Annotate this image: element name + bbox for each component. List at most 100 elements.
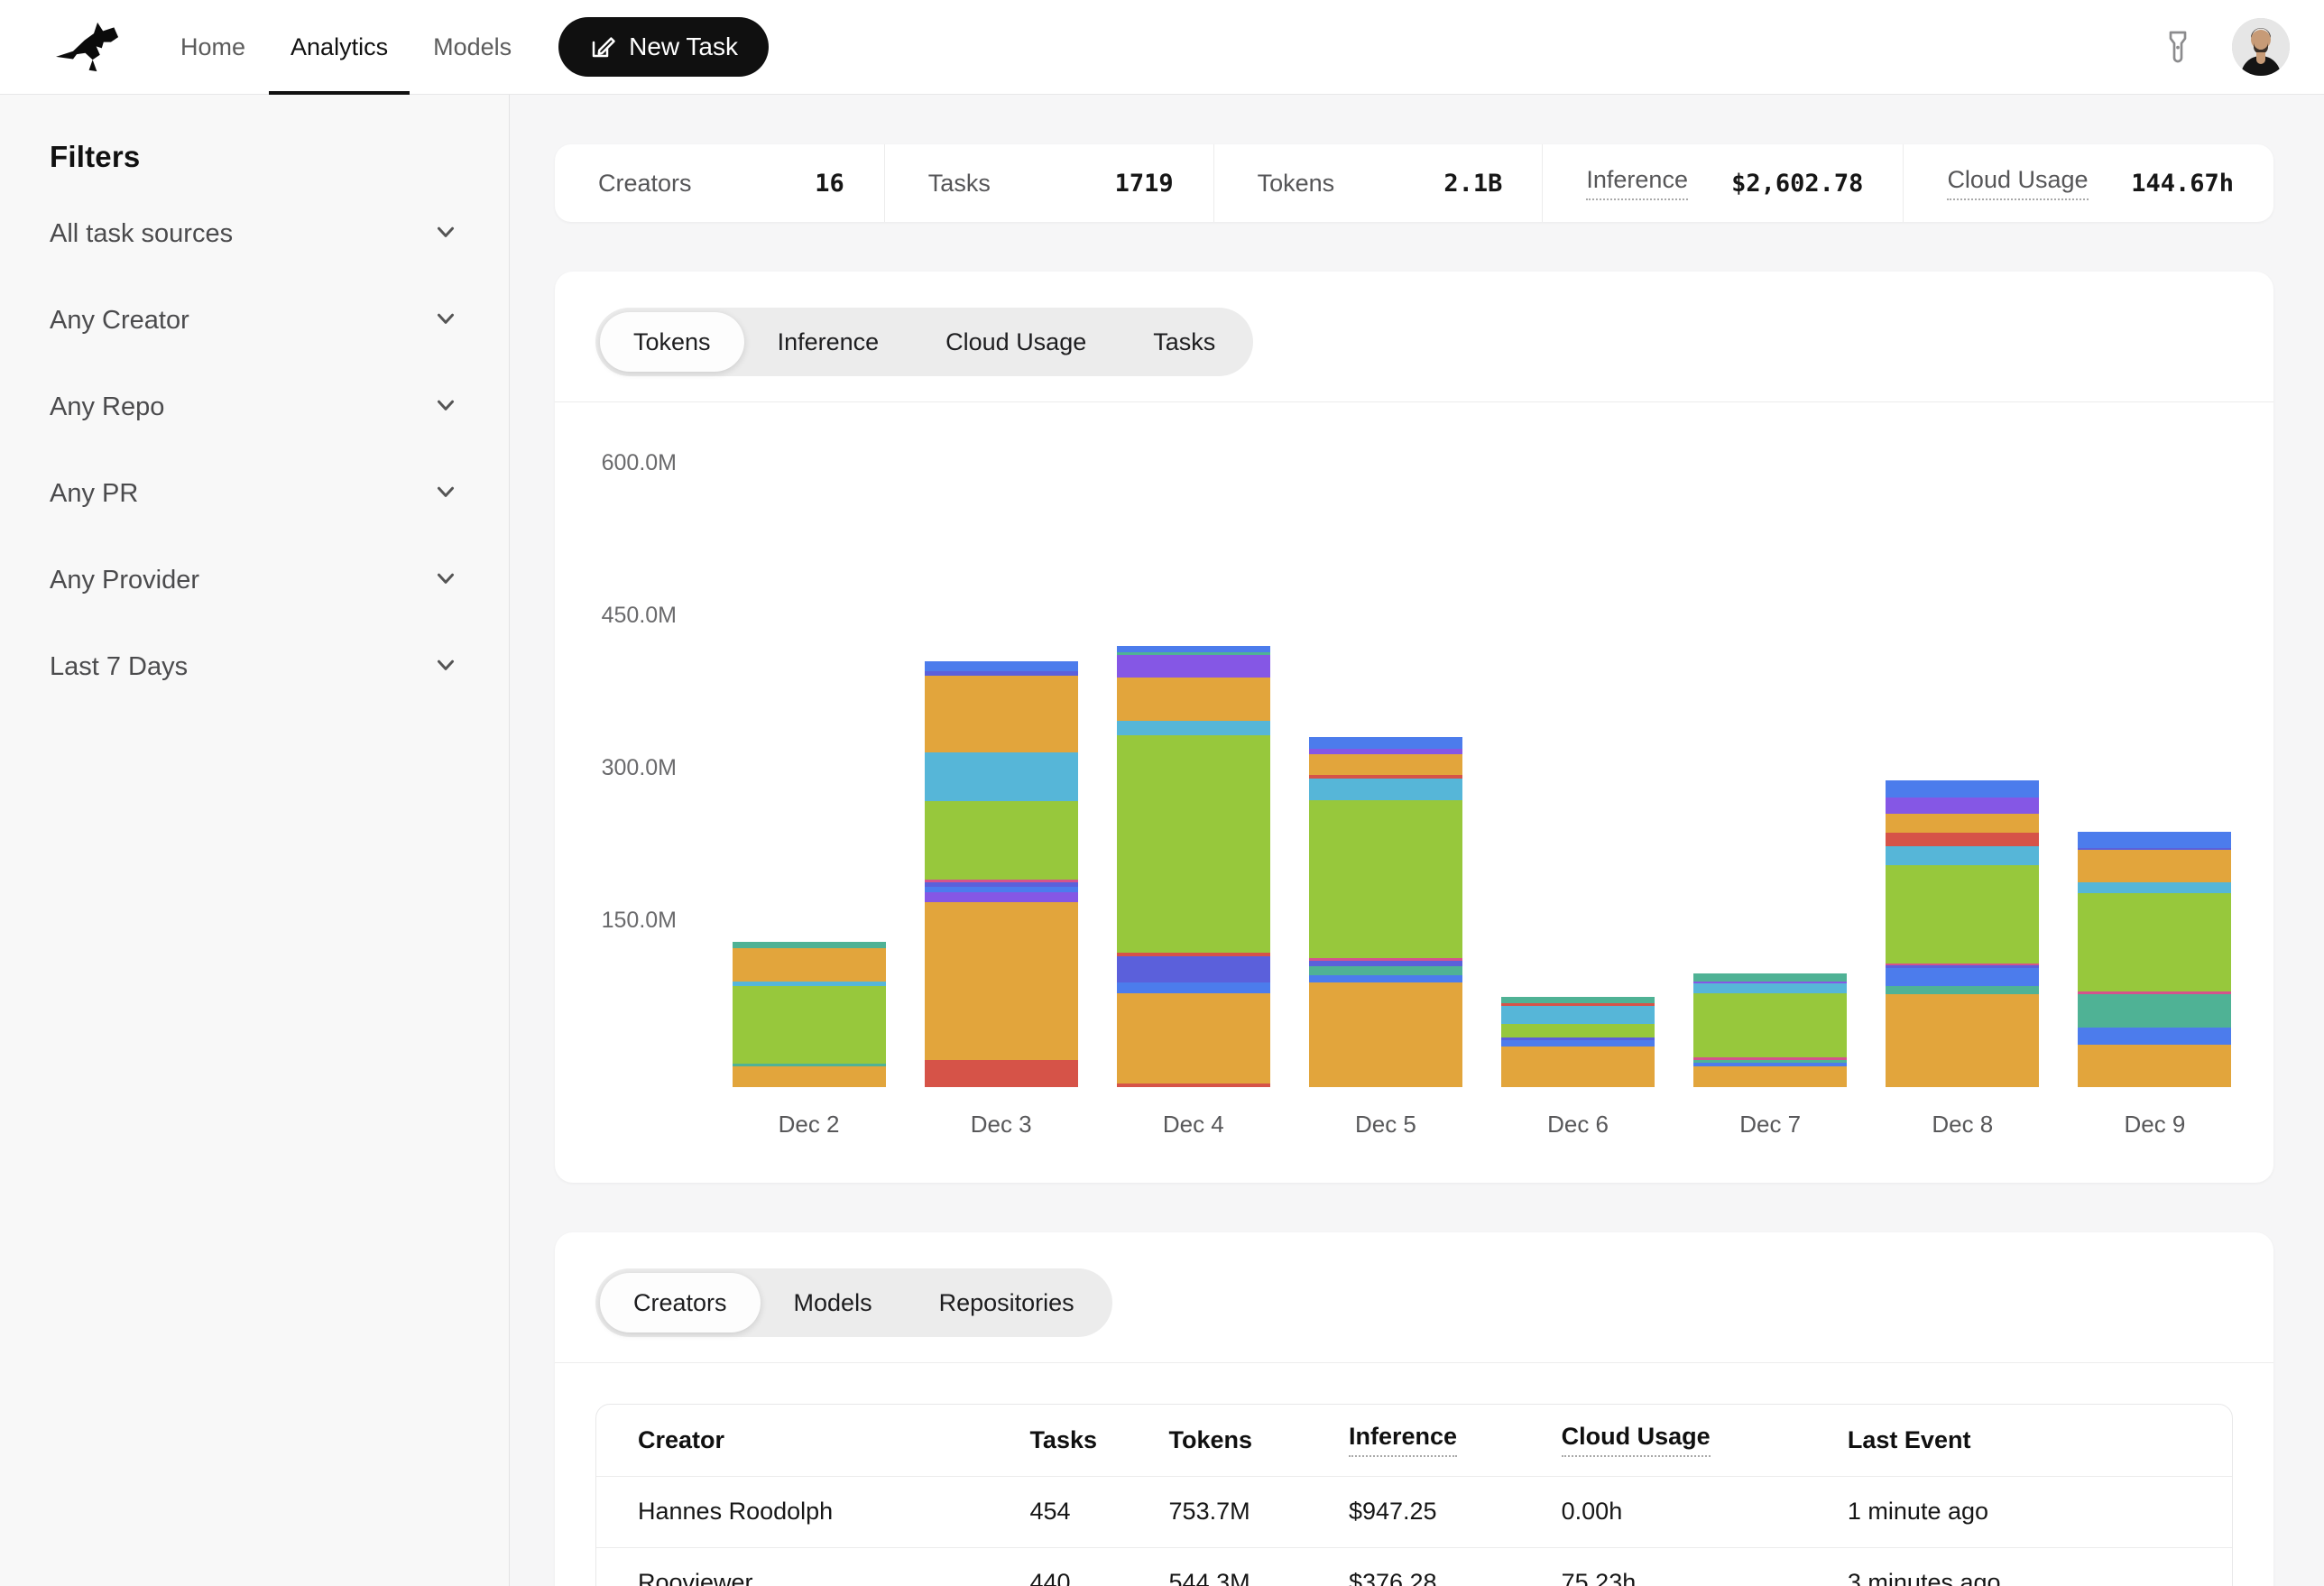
col-header-label: Cloud Usage [1562,1423,1711,1457]
flashlight-icon[interactable] [2162,29,2194,65]
stat-cloud-usage[interactable]: Cloud Usage 144.67h [1903,144,2273,222]
stat-value: 144.67h [2131,170,2234,198]
col-header-inference[interactable]: Inference [1349,1405,1562,1476]
stat-value: 2.1B [1443,170,1502,198]
bar-segment-orange [1309,982,1462,1087]
filter-label: All task sources [50,219,233,249]
table-row[interactable]: Rooviewer440544.3M$376.2875.23h3 minutes… [596,1547,2232,1586]
table-cell: 1 minute ago [1848,1476,2232,1547]
main-content: Creators16Tasks1719Tokens2.1BInference$2… [510,95,2324,1586]
table-cell: 544.3M [1169,1547,1349,1586]
bar-slot-dec-9: Dec 9 [2059,416,2251,1087]
bars-row: Dec 2Dec 3Dec 4Dec 5Dec 6Dec 7Dec 8Dec 9 [713,416,2251,1087]
breakdown-tab-repositories[interactable]: Repositories [906,1273,1108,1332]
creators-table-wrap: CreatorTasksTokensInferenceCloud UsageLa… [595,1404,2233,1586]
chart-tab-cloud-usage[interactable]: Cloud Usage [912,312,1120,372]
stat-label[interactable]: Cloud Usage [1947,166,2088,200]
stacked-bar-dec-2[interactable] [733,942,886,1087]
bar-segment-blue [1309,737,1462,748]
col-header-label: Creator [638,1426,724,1454]
x-axis-label: Dec 8 [1867,1111,2059,1139]
col-header-cloud-usage[interactable]: Cloud Usage [1562,1405,1848,1476]
chart-tab-tasks[interactable]: Tasks [1120,312,1249,372]
chart-tab-inference[interactable]: Inference [744,312,913,372]
bar-segment-purple [1309,749,1462,755]
bar-segment-indigo [1117,956,1270,982]
filter-dropdown-5[interactable]: Last 7 Days [50,623,459,710]
filter-label: Any Provider [50,566,199,595]
edit-icon [589,33,616,60]
table-cell: $947.25 [1349,1476,1562,1547]
stat-inference[interactable]: Inference$2,602.78 [1542,144,1903,222]
bar-segment-teal [1309,966,1462,975]
stacked-bar-dec-9[interactable] [2078,832,2231,1087]
col-header-tasks: Tasks [1029,1405,1168,1476]
breakdown-tab-models[interactable]: Models [761,1273,906,1332]
stacked-bar-dec-7[interactable] [1693,973,1847,1087]
x-axis-label: Dec 9 [2059,1111,2251,1139]
stat-label: Creators [598,170,692,198]
filter-label: Any Repo [50,392,164,422]
table-row[interactable]: Hannes Roodolph454753.7M$947.250.00h1 mi… [596,1476,2232,1547]
filter-dropdown-0[interactable]: All task sources [50,190,459,277]
kangaroo-logo-icon[interactable] [54,15,134,78]
chart-tab-tokens[interactable]: Tokens [600,312,744,372]
breakdown-tabs-row: CreatorsModelsRepositories [555,1232,2273,1363]
breakdown-tab-creators[interactable]: Creators [600,1273,761,1332]
table-cell: 454 [1029,1476,1168,1547]
bar-segment-blue [1886,780,2039,798]
avatar[interactable] [2232,18,2290,76]
chart-plot: Dec 2Dec 3Dec 4Dec 5Dec 6Dec 7Dec 8Dec 9 [713,416,2251,1087]
bar-segment-teal [733,942,886,948]
table-cell: $376.28 [1349,1547,1562,1586]
filter-dropdown-2[interactable]: Any Repo [50,364,459,450]
bar-segment-blue [2078,832,2231,847]
bar-segment-green [1501,1024,1655,1038]
top-bar: Home Analytics Models New Task [0,0,2324,95]
filter-dropdown-1[interactable]: Any Creator [50,277,459,364]
table-cell: Rooviewer [596,1547,1029,1586]
bar-segment-red [1117,1083,1270,1088]
bar-segment-teal [1886,986,2039,994]
stat-label[interactable]: Inference [1586,166,1688,200]
bar-slot-dec-5: Dec 5 [1289,416,1481,1087]
filter-dropdown-4[interactable]: Any Provider [50,537,459,623]
stacked-bar-dec-3[interactable] [925,661,1078,1087]
bar-segment-sky [1501,1006,1655,1023]
stacked-bar-dec-6[interactable] [1501,997,1655,1087]
bar-segment-orange [733,948,886,982]
bar-slot-dec-3: Dec 3 [905,416,1097,1087]
filters-sidebar: Filters All task sourcesAny CreatorAny R… [0,95,510,1586]
nav-item-analytics[interactable]: Analytics [290,0,388,95]
bar-segment-orange [1886,994,2039,1087]
filter-dropdown-3[interactable]: Any PR [50,450,459,537]
bar-segment-teal [1501,997,1655,1003]
chevron-down-icon [432,392,459,423]
bar-segment-red [1886,833,2039,846]
chart-tabs: TokensInferenceCloud UsageTasks [595,308,1253,376]
nav-item-home[interactable]: Home [180,0,245,95]
bar-segment-orange [1117,993,1270,1083]
bar-segment-teal [1693,973,1847,982]
bar-segment-blue [925,661,1078,671]
col-header-creator: Creator [596,1405,1029,1476]
bar-segment-blue [1117,982,1270,993]
breakdown-card: CreatorsModelsRepositories CreatorTasksT… [555,1232,2273,1586]
x-axis-label: Dec 3 [905,1111,1097,1139]
stacked-bar-dec-8[interactable] [1886,780,2039,1087]
new-task-button[interactable]: New Task [558,17,769,77]
stacked-bar-dec-4[interactable] [1117,646,1270,1087]
stat-label: Tokens [1258,170,1335,198]
table-header-row: CreatorTasksTokensInferenceCloud UsageLa… [596,1405,2232,1476]
bar-segment-orange [925,676,1078,753]
stacked-bar-dec-5[interactable] [1309,737,1462,1087]
x-axis-label: Dec 5 [1289,1111,1481,1139]
nav-item-models[interactable]: Models [433,0,512,95]
chevron-down-icon [432,218,459,250]
col-header-label: Inference [1349,1423,1457,1457]
stat-tokens: Tokens 2.1B [1213,144,1543,222]
bar-segment-orange [1693,1066,1847,1087]
x-axis-label: Dec 2 [713,1111,905,1139]
bar-segment-green [2078,893,2231,991]
col-header-label: Last Event [1848,1426,1971,1454]
